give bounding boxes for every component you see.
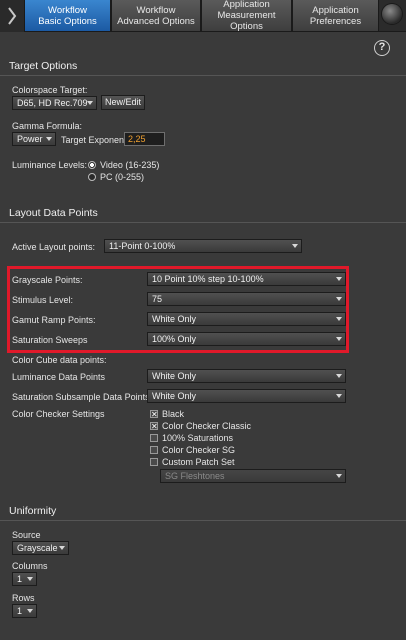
tab-bar: Workflow Basic Options Workflow Advanced…	[0, 0, 406, 32]
saturations-100-label: 100% Saturations	[162, 433, 234, 443]
source-label: Source	[12, 530, 41, 540]
dropdown-value: White Only	[152, 391, 197, 401]
color-checker-sg-checkbox[interactable]	[150, 446, 158, 454]
tab-label-line2: Advanced Options	[117, 15, 195, 27]
luminance-video-label: Video (16-235)	[100, 160, 160, 170]
chevron-down-icon	[336, 394, 342, 398]
active-layout-points-label: Active Layout points:	[12, 242, 96, 252]
layout-data-points-heading: Layout Data Points	[9, 207, 98, 219]
luminance-data-points-dropdown[interactable]: White Only	[147, 369, 346, 383]
color-checker-classic-checkbox[interactable]: ✕	[150, 422, 158, 431]
patch-set-dropdown[interactable]: SG Fleshtones	[160, 469, 346, 483]
tab-label-line1: Workflow	[48, 4, 87, 16]
gamma-formula-label: Gamma Formula:	[12, 121, 83, 131]
chevron-down-icon	[87, 101, 93, 105]
color-checker-settings-label: Color Checker Settings	[12, 409, 105, 419]
color-checker-sg-label: Color Checker SG	[162, 445, 236, 455]
section-divider	[0, 75, 406, 76]
app-logo-icon	[0, 0, 24, 32]
columns-dropdown[interactable]: 1	[12, 572, 37, 586]
section-divider	[0, 222, 406, 223]
tab-label-line2: Preferences	[309, 15, 362, 27]
tab-workflow-advanced-options[interactable]: Workflow Advanced Options	[111, 0, 201, 31]
columns-label: Columns	[12, 561, 48, 571]
custom-patch-set-label: Custom Patch Set	[162, 457, 235, 467]
chevron-down-icon	[27, 609, 33, 613]
saturation-subsample-dropdown[interactable]: White Only	[147, 389, 346, 403]
luminance-video-radio[interactable]	[88, 161, 96, 169]
dropdown-value: 11-Point 0-100%	[109, 241, 176, 251]
saturation-subsample-label: Saturation Subsample Data Points	[12, 392, 150, 402]
custom-patch-set-checkbox[interactable]	[150, 458, 158, 466]
tab-label-line2: Basic Options	[38, 15, 97, 27]
colorspace-target-label: Colorspace Target:	[12, 85, 88, 95]
black-checkbox-label: Black	[162, 409, 185, 419]
dropdown-value: 1	[17, 606, 23, 616]
target-exponent-label: Target Exponent	[61, 135, 127, 145]
luminance-levels-label: Luminance Levels:	[12, 160, 88, 170]
chevron-down-icon	[27, 577, 33, 581]
dropdown-value: White Only	[152, 371, 197, 381]
rows-label: Rows	[12, 593, 35, 603]
target-options-heading: Target Options	[9, 60, 78, 72]
source-dropdown[interactable]: Grayscale	[12, 541, 69, 555]
luminance-pc-label: PC (0-255)	[100, 172, 145, 182]
gamma-formula-dropdown[interactable]: Power	[12, 132, 56, 146]
black-checkbox[interactable]: ✕	[150, 410, 158, 419]
uniformity-heading: Uniformity	[9, 505, 57, 517]
chevron-down-icon	[292, 244, 298, 248]
dropdown-value: SG Fleshtones	[165, 471, 225, 481]
dropdown-value: Grayscale	[17, 543, 58, 553]
tab-label-line1: Application	[223, 0, 270, 10]
dropdown-value: 1	[17, 574, 23, 584]
dropdown-value: D65, HD Rec.709	[17, 98, 88, 108]
tab-label-line2: Measurement Options	[217, 10, 276, 32]
rows-dropdown[interactable]: 1	[12, 604, 37, 618]
section-divider	[0, 520, 406, 521]
tab-label-line1: Application	[312, 4, 359, 16]
color-checker-classic-label: Color Checker Classic	[162, 421, 252, 431]
tab-application-preferences[interactable]: Application Preferences	[292, 0, 379, 31]
help-icon[interactable]: ?	[374, 40, 390, 56]
colorspace-target-dropdown[interactable]: D65, HD Rec.709	[12, 96, 97, 110]
tab-label-line1: Workflow	[136, 4, 176, 16]
color-cube-data-points-label: Color Cube data points:	[12, 355, 107, 365]
chevron-down-icon	[336, 374, 342, 378]
target-exponent-input[interactable]: 2,25	[124, 132, 165, 146]
saturations-100-checkbox[interactable]	[150, 434, 158, 442]
tab-workflow-basic-options[interactable]: Workflow Basic Options	[24, 0, 111, 31]
tab-divider	[24, 31, 406, 32]
chevron-down-icon	[59, 546, 65, 550]
luminance-pc-radio[interactable]	[88, 173, 96, 181]
tab-application-measurement-options[interactable]: Application Measurement Options	[201, 0, 292, 32]
luminance-data-points-label: Luminance Data Points	[12, 372, 106, 382]
dropdown-value: Power	[17, 134, 43, 144]
new-edit-button[interactable]: New/Edit	[101, 95, 145, 110]
chevron-down-icon	[336, 474, 342, 478]
highlight-box	[7, 266, 349, 353]
chevron-down-icon	[46, 137, 52, 141]
orb-menu-icon[interactable]	[382, 4, 402, 24]
active-layout-points-dropdown[interactable]: 11-Point 0-100%	[104, 239, 302, 253]
